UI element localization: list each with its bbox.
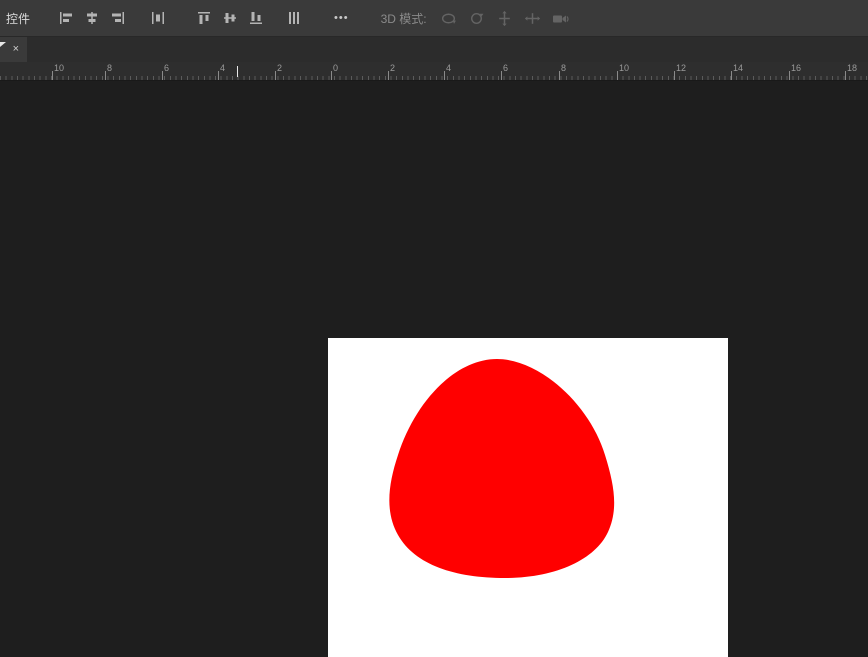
more-options-button[interactable]: •••	[330, 6, 353, 30]
ruler-major-tick	[105, 71, 106, 80]
ruler-major-tick	[275, 71, 276, 80]
ruler-label: 12	[676, 64, 686, 73]
3d-orbit-icon	[440, 10, 457, 27]
3d-pan-icon	[496, 10, 513, 27]
ruler-label: 6	[503, 64, 508, 73]
align-left-edges-icon	[58, 10, 74, 26]
ruler-major-tick	[501, 71, 502, 80]
ruler-label: 16	[791, 64, 801, 73]
align-bottom-edges-icon	[248, 10, 264, 26]
ruler-major-tick	[218, 71, 219, 80]
ruler-major-tick	[674, 71, 675, 80]
3d-pan-button[interactable]	[493, 6, 517, 30]
align-left-edges-button[interactable]	[54, 6, 78, 30]
ruler-label: 6	[164, 64, 169, 73]
align-horizontal-centers-button[interactable]	[80, 6, 104, 30]
ruler-label: 10	[619, 64, 629, 73]
3d-orbit-button[interactable]	[437, 6, 461, 30]
3d-camera-button[interactable]	[549, 6, 573, 30]
3d-camera-icon	[552, 10, 570, 27]
ruler-major-tick	[559, 71, 560, 80]
ruler-major-tick	[162, 71, 163, 80]
distribute-vertical-button[interactable]	[282, 6, 306, 30]
ruler-label: 10	[54, 64, 64, 73]
align-vertical-centers-button[interactable]	[218, 6, 242, 30]
distribute-group-vertical	[282, 6, 306, 30]
3d-slide-button[interactable]	[521, 6, 545, 30]
distribute-vertical-icon	[286, 10, 302, 26]
ruler-label: 4	[446, 64, 451, 73]
ruler-major-tick	[731, 71, 732, 80]
ruler-major-tick	[331, 71, 332, 80]
workspace-canvas[interactable]	[0, 81, 868, 657]
align-right-edges-button[interactable]	[106, 6, 130, 30]
ruler-major-tick	[617, 71, 618, 80]
ruler-major-tick	[845, 71, 846, 80]
align-group-vertical	[192, 6, 268, 30]
3d-mode-label: 3D 模式:	[381, 10, 427, 27]
align-bottom-edges-button[interactable]	[244, 6, 268, 30]
align-horizontal-centers-icon	[84, 10, 100, 26]
ruler-major-tick	[388, 71, 389, 80]
ruler-label: 18	[847, 64, 857, 73]
ruler-label: 2	[277, 64, 282, 73]
align-right-edges-icon	[110, 10, 126, 26]
options-bar: 控件 ••• 3D 模式:	[0, 0, 868, 37]
ruler-label: 0	[333, 64, 338, 73]
document-tab-bar: ×	[0, 37, 868, 62]
distribute-horizontal-icon	[150, 10, 166, 26]
ruler-label: 4	[220, 64, 225, 73]
align-vertical-centers-icon	[222, 10, 238, 26]
document-tab[interactable]: ×	[0, 37, 27, 62]
ruler-label: 2	[390, 64, 395, 73]
tab-close-icon[interactable]: ×	[13, 44, 27, 55]
distribute-horizontal-button[interactable]	[146, 6, 170, 30]
options-bar-label: 控件	[6, 10, 30, 27]
document-artwork	[328, 338, 728, 657]
3d-slide-icon	[524, 10, 541, 27]
tab-overflow-icon	[0, 42, 6, 47]
3d-roll-button[interactable]	[465, 6, 489, 30]
ruler-label: 8	[107, 64, 112, 73]
ruler-major-tick	[789, 71, 790, 80]
align-top-edges-button[interactable]	[192, 6, 216, 30]
ruler-major-tick	[52, 71, 53, 80]
document-canvas[interactable]	[328, 338, 728, 657]
3d-mode-group	[437, 6, 573, 30]
ruler-position-marker	[237, 66, 238, 77]
ruler-label: 8	[561, 64, 566, 73]
horizontal-ruler[interactable]: 10 8 6 4 2 0 2 4 6 8 10 12 14 16 18	[0, 62, 868, 81]
align-top-edges-icon	[196, 10, 212, 26]
3d-roll-icon	[468, 10, 485, 27]
ruler-major-tick	[444, 71, 445, 80]
distribute-group-horizontal	[146, 6, 170, 30]
align-group-horizontal	[54, 6, 130, 30]
red-rounded-triangle-shape[interactable]	[389, 359, 614, 578]
ruler-label: 14	[733, 64, 743, 73]
